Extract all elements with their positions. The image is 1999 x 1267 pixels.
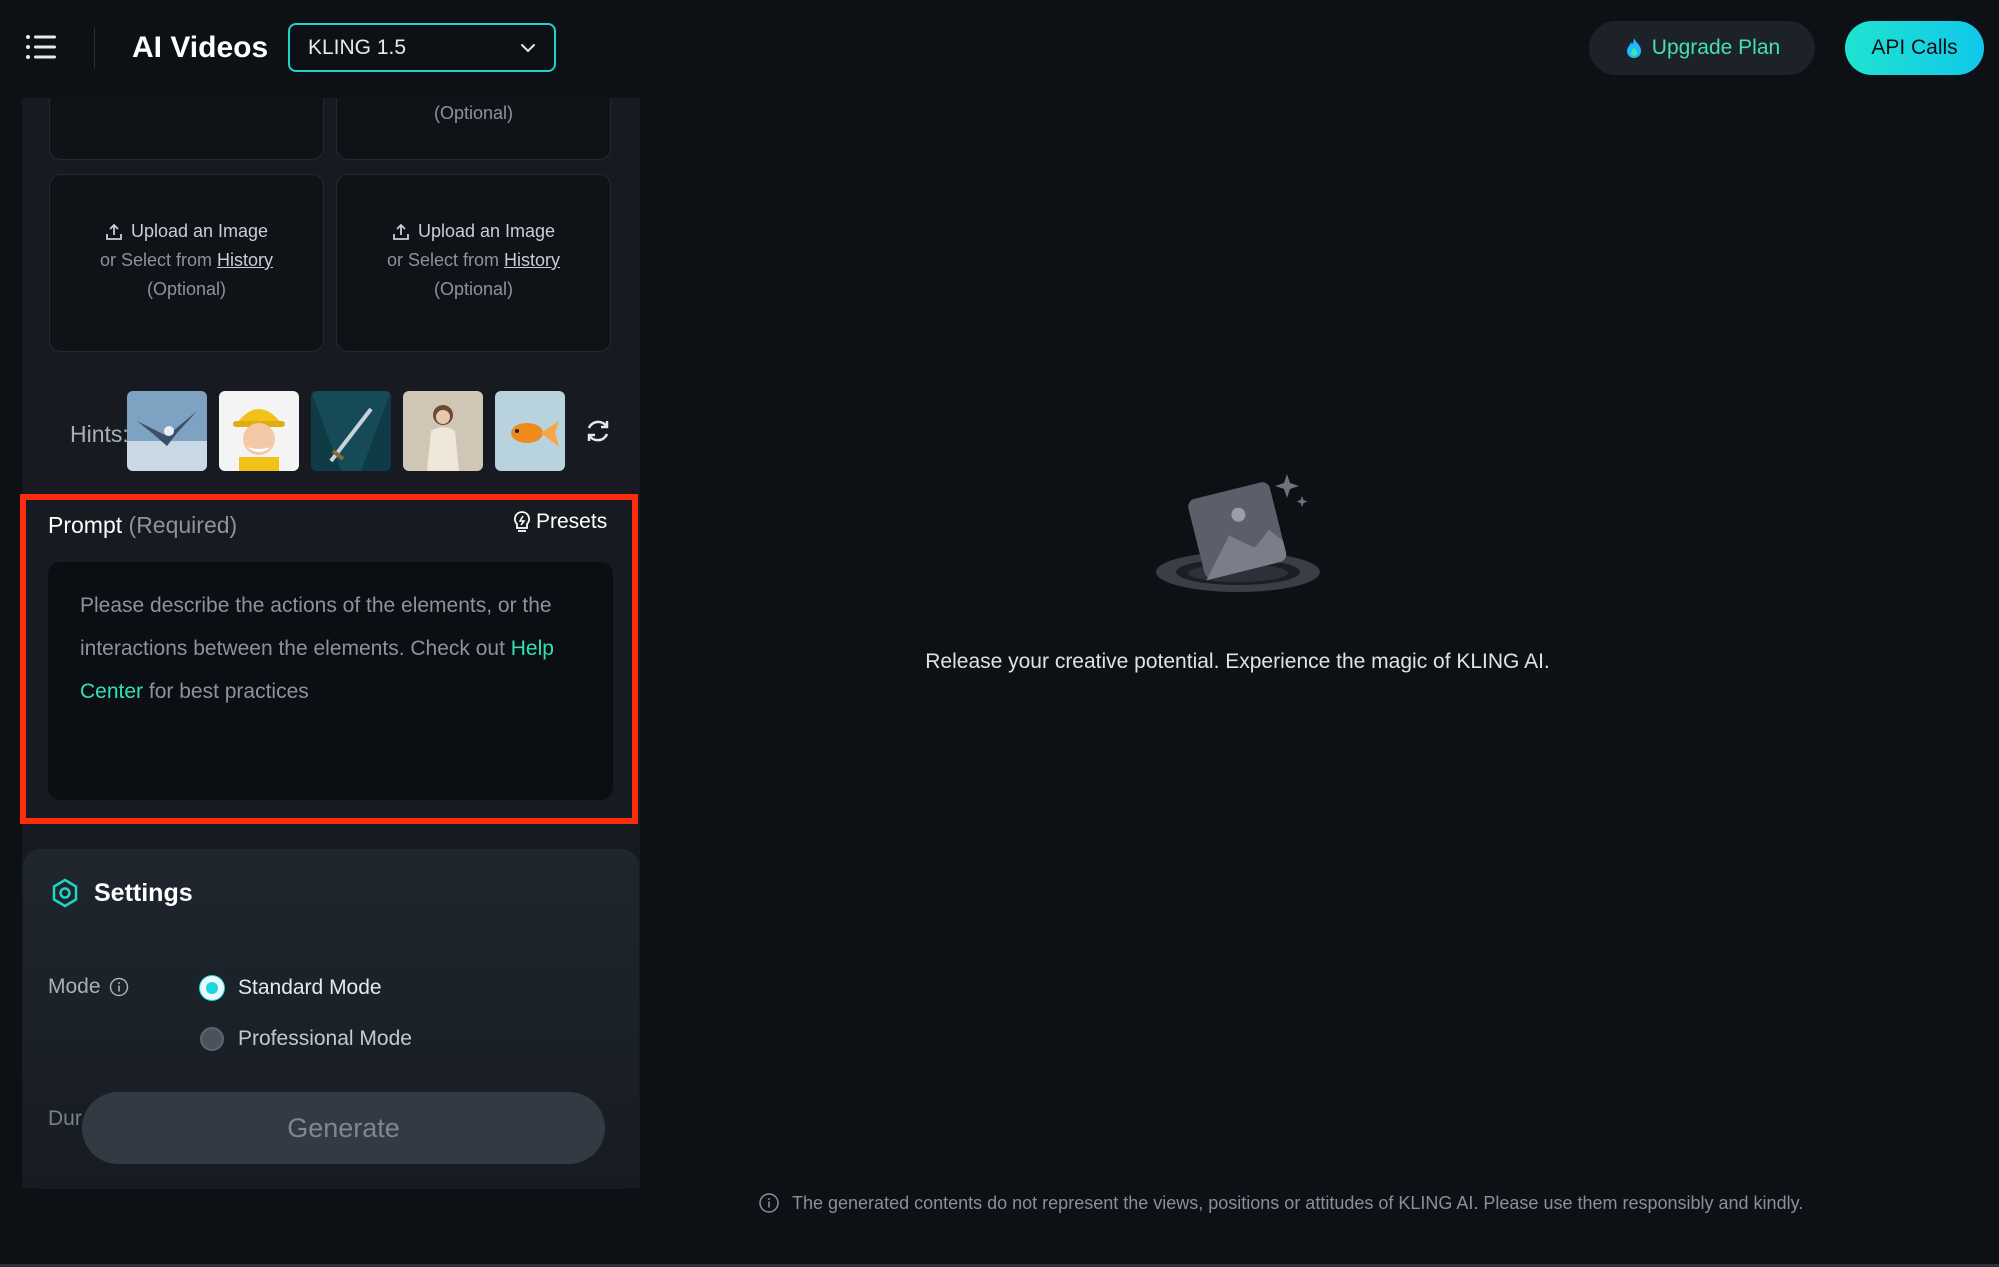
upload-icon <box>393 223 409 240</box>
mode-label: Mode <box>48 975 129 999</box>
radio-selected[interactable] <box>200 976 224 1000</box>
menu-icon[interactable] <box>24 30 58 64</box>
settings-title: Settings <box>94 879 193 907</box>
generate-button[interactable]: Generate <box>82 1092 605 1164</box>
prompt-placeholder: Please describe the actions of the eleme… <box>80 594 552 660</box>
upload-card-partial-right[interactable]: (Optional) <box>336 98 611 160</box>
empty-state-illustration <box>1156 474 1320 592</box>
model-select[interactable]: KLING 1.5 <box>288 23 556 72</box>
hint-thumbnail-sword[interactable] <box>311 391 391 471</box>
history-link[interactable]: History <box>504 250 560 270</box>
presets-button[interactable]: Presets <box>512 510 607 534</box>
prompt-placeholder-tail: for best practices <box>148 680 309 703</box>
upgrade-plan-button[interactable]: Upgrade Plan <box>1589 21 1815 75</box>
refresh-hints-icon[interactable] <box>583 416 613 446</box>
prompt-label: Prompt (Required) <box>48 512 237 539</box>
upload-secondary-text: or Select from <box>386 250 499 270</box>
history-link[interactable]: History <box>217 250 273 270</box>
hint-thumbnail-woman[interactable] <box>403 391 483 471</box>
prompt-textarea[interactable]: Please describe the actions of the eleme… <box>48 562 613 800</box>
prompt-label-text: Prompt <box>48 512 123 538</box>
hint-thumbnail-eagle[interactable] <box>127 391 207 471</box>
empty-state-message: Release your creative potential. Experie… <box>925 650 1550 673</box>
upload-card-2[interactable]: Upload an Image or Select from History (… <box>336 174 611 352</box>
upload-optional-text: (Optional) <box>146 279 227 299</box>
presets-label: Presets <box>536 510 608 533</box>
header-divider <box>94 28 95 68</box>
lightbulb-icon <box>514 511 530 532</box>
hints-label: Hints: <box>70 421 129 447</box>
mode-option-label: Professional Mode <box>238 1027 412 1050</box>
upload-icon <box>106 223 122 240</box>
upload-card-partial-left[interactable] <box>49 98 324 160</box>
upgrade-plan-label: Upgrade Plan <box>1651 36 1781 59</box>
disclaimer-text: The generated contents do not represent … <box>792 1192 1804 1213</box>
duration-label: Dur <box>48 1107 82 1130</box>
upload-secondary-text: or Select from <box>99 250 212 270</box>
info-icon <box>759 1193 779 1213</box>
info-icon[interactable] <box>109 977 129 997</box>
mode-option-standard[interactable]: Standard Mode <box>200 976 382 1000</box>
upload-label: Upload an Image <box>130 221 269 241</box>
upload-card-1[interactable]: Upload an Image or Select from History (… <box>49 174 324 352</box>
page-title: AI Videos <box>132 31 269 64</box>
top-bar: AI Videos KLING 1.5 Upgrade Plan API Cal… <box>0 0 1999 98</box>
model-select-value: KLING 1.5 <box>308 36 407 59</box>
upload-optional-text: (Optional) <box>433 279 514 299</box>
chevron-down-icon <box>521 44 535 53</box>
settings-hexagon-icon <box>52 878 78 908</box>
radio-unselected[interactable] <box>200 1027 224 1051</box>
hint-thumbnail-goldfish[interactable] <box>495 391 565 471</box>
hint-thumbnail-worker[interactable] <box>219 391 299 471</box>
upload-label: Upload an Image <box>417 221 556 241</box>
mode-option-professional[interactable]: Professional Mode <box>200 1027 412 1051</box>
disclaimer-note: The generated contents do not represent … <box>758 1192 1803 1214</box>
prompt-required-text: (Required) <box>128 512 238 538</box>
flame-icon <box>1626 38 1641 58</box>
upload-optional-text: (Optional) <box>433 103 514 123</box>
mode-option-label: Standard Mode <box>238 976 382 999</box>
api-calls-button[interactable]: API Calls <box>1845 21 1984 75</box>
mode-label-text: Mode <box>48 975 101 998</box>
